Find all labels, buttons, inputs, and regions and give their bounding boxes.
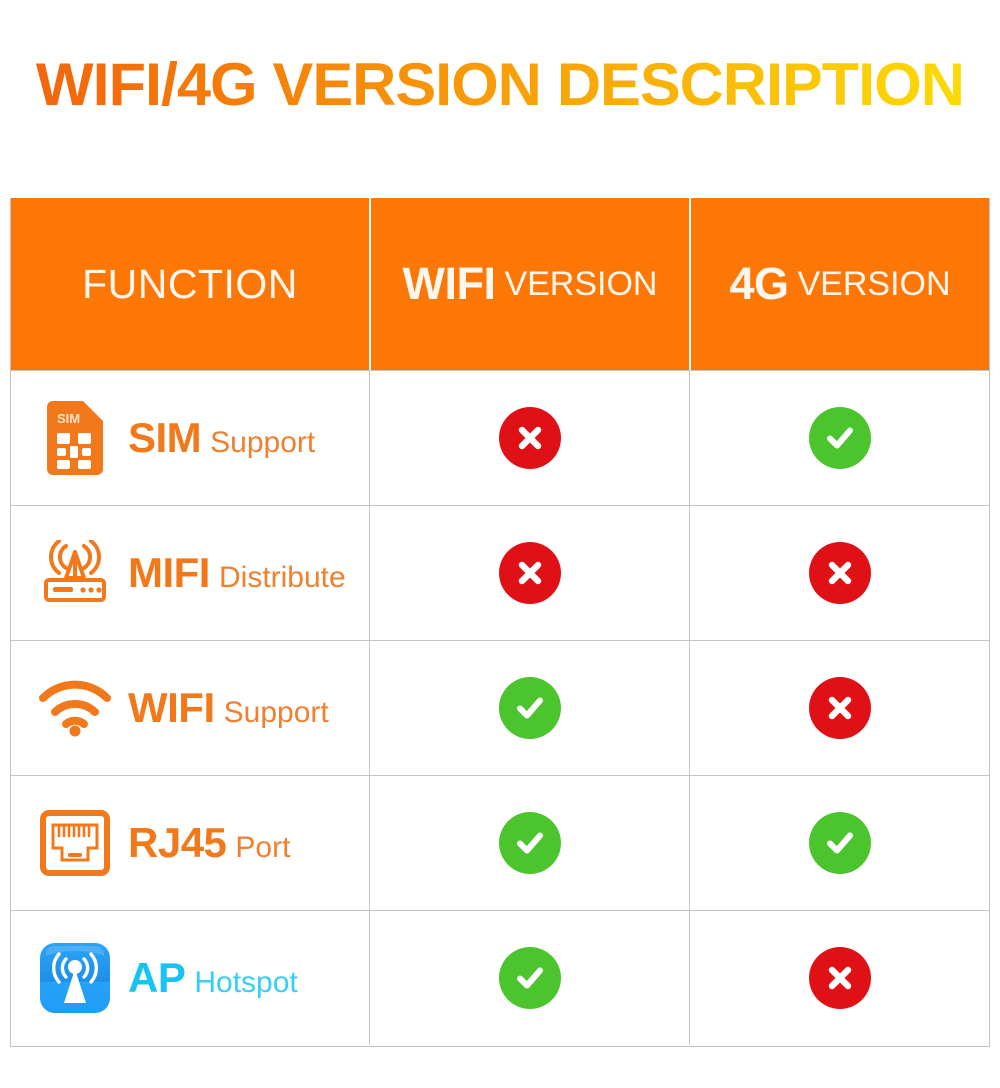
function-label-strong: SIM bbox=[128, 414, 202, 461]
status-badge-no bbox=[808, 677, 871, 739]
status-badge-no bbox=[808, 947, 871, 1009]
ap-hotspot-icon bbox=[38, 941, 112, 1015]
status-badge-yes bbox=[498, 947, 561, 1009]
function-label-strong: MIFI bbox=[128, 549, 210, 596]
function-label-light: Support bbox=[223, 696, 329, 729]
cell-function-sim: SIM SIM Support bbox=[11, 371, 369, 505]
function-label-strong: RJ45 bbox=[128, 819, 227, 866]
table-header-row: FUNCTION WIFI VERSION 4G VERSION bbox=[11, 198, 989, 370]
page-title-container: WIFI/4G VERSION DESCRIPTION bbox=[0, 44, 1000, 124]
status-badge-yes bbox=[498, 677, 561, 739]
header-label-function: FUNCTION bbox=[82, 260, 298, 307]
table-row: WIFI Support bbox=[11, 640, 989, 775]
status-badge-no bbox=[808, 542, 871, 604]
page-title: WIFI/4G VERSION DESCRIPTION bbox=[36, 50, 965, 118]
rj45-port-icon bbox=[38, 806, 112, 880]
function-label-rj45: RJ45 Port bbox=[128, 819, 290, 867]
status-badge-yes bbox=[808, 407, 871, 469]
sim-card-icon: SIM bbox=[38, 401, 112, 475]
status-badge-yes bbox=[498, 812, 561, 874]
cell-4g-rj45 bbox=[689, 776, 989, 910]
header-cell-wifi-version: WIFI VERSION bbox=[369, 198, 689, 370]
function-label-light: Distribute bbox=[218, 561, 346, 594]
mifi-router-icon bbox=[38, 536, 112, 610]
cell-function-rj45: RJ45 Port bbox=[11, 776, 369, 910]
cell-4g-wifi bbox=[689, 641, 989, 775]
header-cell-4g-version: 4G VERSION bbox=[689, 198, 989, 370]
table-row: AP Hotspot bbox=[11, 910, 989, 1045]
cell-function-mifi: MIFI Distribute bbox=[11, 506, 369, 640]
cell-4g-mifi bbox=[689, 506, 989, 640]
status-badge-yes bbox=[808, 812, 871, 874]
function-label-ap: AP Hotspot bbox=[128, 954, 298, 1002]
version-comparison-table: FUNCTION WIFI VERSION 4G VERSION SIM SIM… bbox=[10, 198, 990, 1047]
cell-wifi-ap bbox=[369, 911, 689, 1045]
cell-4g-sim bbox=[689, 371, 989, 505]
header-label-wifi-version-suffix: VERSION bbox=[504, 264, 658, 303]
status-badge-no bbox=[498, 407, 561, 469]
function-label-wifi: WIFI Support bbox=[128, 684, 329, 732]
function-label-light: Hotspot bbox=[194, 966, 298, 999]
wifi-signal-icon bbox=[38, 671, 112, 745]
header-cell-function: FUNCTION bbox=[11, 198, 369, 370]
cell-wifi-wifi bbox=[369, 641, 689, 775]
cell-wifi-rj45 bbox=[369, 776, 689, 910]
header-label-4g: 4G bbox=[729, 258, 789, 309]
function-label-sim: SIM Support bbox=[128, 414, 315, 462]
header-label-4g-version-suffix: VERSION bbox=[797, 264, 951, 303]
function-label-light: Port bbox=[235, 831, 291, 864]
cell-wifi-mifi bbox=[369, 506, 689, 640]
function-label-strong: WIFI bbox=[128, 684, 215, 731]
function-label-strong: AP bbox=[128, 954, 186, 1001]
cell-wifi-sim bbox=[369, 371, 689, 505]
cell-function-ap: AP Hotspot bbox=[11, 911, 369, 1045]
function-label-mifi: MIFI Distribute bbox=[128, 549, 346, 597]
cell-function-wifi: WIFI Support bbox=[11, 641, 369, 775]
table-row: MIFI Distribute bbox=[11, 505, 989, 640]
svg-text:SIM: SIM bbox=[57, 411, 80, 426]
status-badge-no bbox=[498, 542, 561, 604]
cell-4g-ap bbox=[689, 911, 989, 1045]
function-label-light: Support bbox=[210, 426, 316, 459]
table-row: SIM SIM Support bbox=[11, 370, 989, 505]
header-label-wifi: WIFI bbox=[402, 258, 496, 309]
table-row: RJ45 Port bbox=[11, 775, 989, 910]
